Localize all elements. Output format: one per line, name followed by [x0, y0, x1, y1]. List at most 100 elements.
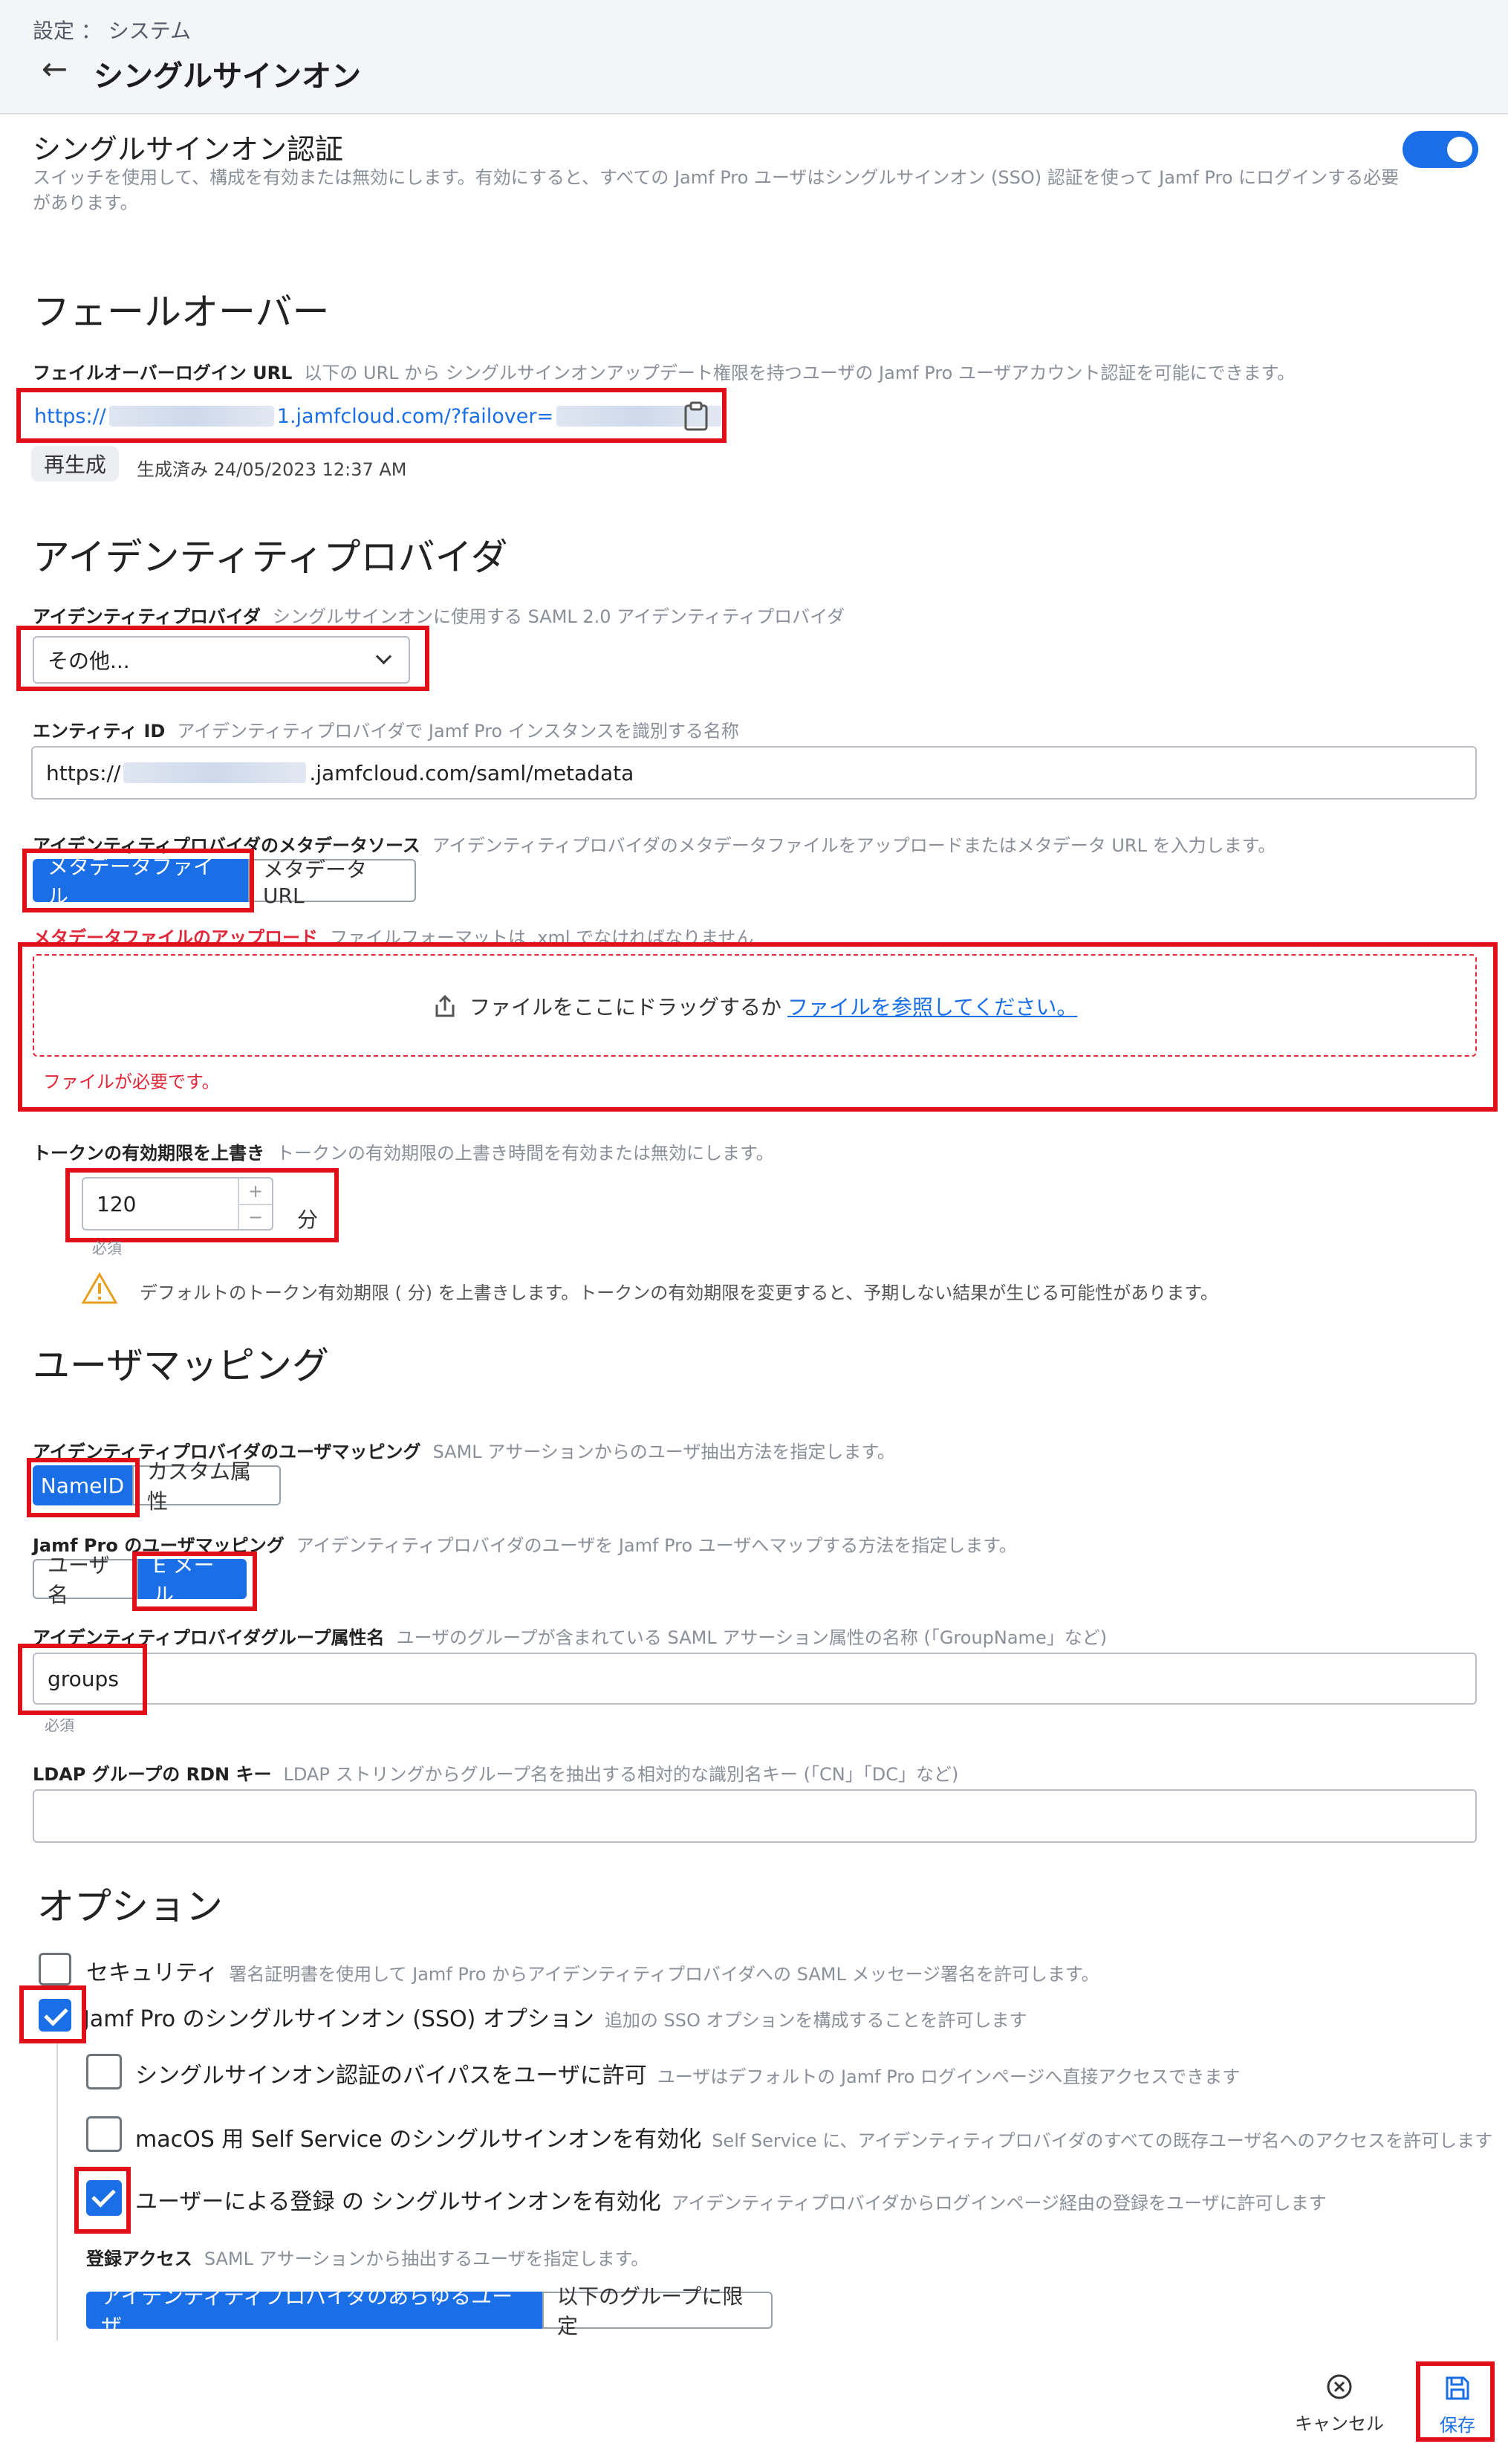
metadata-upload-label-text: メタデータファイルのアップロード — [33, 927, 318, 948]
token-warning-text: デフォルトのトークン有効期限 ( 分) を上書きします。トークンの有効期限を変更… — [140, 1283, 1218, 1303]
failover-url-label-text: フェイルオーバーログイン URL — [33, 363, 293, 383]
upload-icon — [435, 994, 455, 1017]
macos-self-service-checkbox[interactable] — [86, 2116, 122, 2152]
user-enrollment-label: ユーザーによる登録 の シングルサインオンを有効化 — [135, 2189, 661, 2215]
macos-self-service-label: macOS 用 Self Service のシングルサインオンを有効化 — [135, 2127, 702, 2153]
entity-id-label: エンティティ ID アイデンティティプロバイダで Jamf Pro インスタンスを… — [33, 716, 739, 742]
group-required-text: 必須 — [45, 1716, 74, 1734]
entity-id-help: アイデンティティプロバイダで Jamf Pro インスタンスを識別する名称 — [177, 721, 739, 742]
failover-url-label: フェイルオーバーログイン URL 以下の URL から シングルサインオンアップデ… — [33, 358, 1295, 384]
save-button[interactable]: 保存 — [1420, 2366, 1495, 2443]
entity-id-input[interactable]: https:// .jamfcloud.com/saml/metadata — [31, 746, 1477, 800]
username-option[interactable]: ユーザ名 — [33, 1553, 138, 1607]
token-unit: 分 — [297, 1207, 319, 1232]
rdn-key-label: LDAP グループの RDN キー LDAP ストリングからグループ名を抽出する相… — [33, 1760, 958, 1786]
sso-suboptions-indent-line — [56, 2043, 58, 2341]
custom-attribute-option[interactable]: カスタム属性 — [132, 1459, 281, 1514]
redacted-text — [123, 762, 307, 783]
file-required-error: ファイルが必要です。 — [43, 1071, 220, 1092]
idp-mapping-toggle[interactable]: NameID カスタム属性 — [33, 1459, 281, 1514]
browse-file-link[interactable]: ファイルを参照してください。 — [787, 991, 1077, 1021]
failover-url-field[interactable]: https:// 1.jamfcloud.com/?failover= — [21, 397, 725, 435]
sso-options-help: 追加の SSO オプションを構成することを許可します — [604, 2010, 1027, 2031]
stepper-controls: + − — [238, 1178, 272, 1229]
metadata-upload-help: ファイルフォーマットは .xml でなければなりません — [330, 927, 754, 948]
entity-id-prefix: https:// — [46, 760, 121, 785]
user-enrollment-checkbox[interactable] — [86, 2180, 122, 2216]
email-option[interactable]: E メール — [138, 1553, 247, 1607]
sso-options-label: Jamf Pro のシングルサインオン (SSO) オプション — [83, 2006, 594, 2032]
security-label: セキュリティ — [86, 1960, 219, 1986]
user-enrollment-help: アイデンティティプロバイダからログインページ経由の登録をユーザに許可します — [671, 2193, 1327, 2214]
enrollment-access-help: SAML アサーションから抽出するユーザを指定します。 — [204, 2249, 649, 2269]
token-expiry-stepper[interactable]: 120 + − — [82, 1177, 273, 1231]
back-arrow-icon[interactable]: ← — [42, 54, 68, 85]
token-override-help: トークンの有効期限の上書き時間を有効または無効にします。 — [276, 1143, 774, 1164]
sso-description: スイッチを使用して、構成を有効または無効にします。有効にすると、すべての Jam… — [33, 167, 1400, 213]
token-required-text: 必須 — [92, 1239, 122, 1257]
token-expiry-value: 120 — [97, 1191, 137, 1216]
chevron-down-icon — [375, 648, 392, 665]
metadata-source-help: アイデンティティプロバイダのメタデータファイルをアップロードまたはメタデータ U… — [432, 835, 1276, 856]
rdn-key-input[interactable] — [33, 1789, 1477, 1843]
enrollment-access-toggle[interactable]: アイデンティティプロバイダのあらゆるユーザ 以下のグループに限定 — [86, 2284, 773, 2338]
enrollment-access-label: 登録アクセス SAML アサーションから抽出するユーザを指定します。 — [86, 2244, 649, 2270]
metadata-url-option[interactable]: メタデータ URL — [248, 857, 416, 908]
rdn-key-label-text: LDAP グループの RDN キー — [33, 1764, 272, 1785]
rdn-key-help: LDAP ストリングからグループ名を抽出する相対的な識別名キー (「CN」「DC… — [283, 1764, 959, 1785]
idp-provider-value: その他... — [48, 649, 130, 673]
any-idp-user-option[interactable]: アイデンティティプロバイダのあらゆるユーザ — [86, 2284, 542, 2338]
decrement-button[interactable]: − — [239, 1205, 272, 1229]
idp-provider-help: シングルサインオンに使用する SAML 2.0 アイデンティティプロバイダ — [272, 606, 845, 627]
group-attribute-label: アイデンティティプロバイダグループ属性名 ユーザのグループが含まれている SAML… — [33, 1623, 1107, 1649]
macos-self-service-help: Self Service に、アイデンティティプロバイダのすべての既存ユーザ名へ… — [712, 2130, 1493, 2151]
nameid-option[interactable]: NameID — [33, 1465, 132, 1505]
sso-toggle[interactable] — [1403, 131, 1478, 168]
bypass-help: ユーザはデフォルトの Jamf Pro ログインページへ直接アクセスできます — [657, 2066, 1241, 2087]
cancel-button[interactable]: キャンセル — [1291, 2373, 1388, 2440]
dropzone-content: ファイルをここにドラッグするか ファイルを参照してください。 — [434, 991, 1077, 1021]
page-header: 設定 ： システム ← シングルサインオン — [0, 0, 1508, 114]
increment-button[interactable]: + — [239, 1178, 272, 1205]
token-override-label: トークンの有効期限を上書き トークンの有効期限の上書き時間を有効または無効にします… — [33, 1138, 774, 1164]
group-attribute-help: ユーザのグループが含まれている SAML アサーション属性の名称 (「Group… — [396, 1627, 1108, 1648]
idp-provider-label-text: アイデンティティプロバイダ — [33, 606, 261, 627]
macos-self-service-option: macOS 用 Self Service のシングルサインオンを有効化 Self … — [135, 2121, 1492, 2153]
security-checkbox[interactable] — [39, 1953, 71, 1985]
failover-section-title: フェールオーバー — [33, 291, 330, 334]
metadata-source-toggle[interactable]: メタデータファイル メタデータ URL — [33, 855, 416, 909]
toggle-knob — [1447, 137, 1472, 162]
regenerate-button[interactable]: 再生成 — [31, 446, 119, 482]
entity-id-suffix: .jamfcloud.com/saml/metadata — [309, 760, 634, 785]
idp-provider-select[interactable]: その他... — [33, 636, 410, 684]
idp-section-title: アイデンティティプロバイダ — [33, 536, 508, 579]
sso-options-checkbox[interactable] — [39, 1999, 71, 2032]
entity-id-label-text: エンティティ ID — [33, 721, 166, 742]
clipboard-icon[interactable] — [683, 401, 709, 431]
failover-url-prefix: https:// — [34, 404, 106, 428]
page-title: シングルサインオン — [94, 59, 361, 94]
group-attribute-input[interactable]: groups — [33, 1653, 1477, 1705]
metadata-upload-label: メタデータファイルのアップロード ファイルフォーマットは .xml でなければなり… — [33, 923, 753, 949]
bypass-checkbox[interactable] — [86, 2054, 122, 2089]
sso-options-option: Jamf Pro のシングルサインオン (SSO) オプション 追加の SSO オ… — [83, 2000, 1027, 2033]
limit-to-groups-option[interactable]: 以下のグループに限定 — [542, 2284, 773, 2338]
save-label: 保存 — [1440, 2415, 1475, 2436]
sso-title: シングルサインオン認証 — [33, 133, 344, 166]
options-section-title: オプション — [37, 1885, 223, 1928]
enrollment-access-label-text: 登録アクセス — [86, 2249, 192, 2269]
metadata-file-option[interactable]: メタデータファイル — [33, 855, 248, 909]
group-attribute-value: groups — [48, 1666, 119, 1691]
user-enrollment-option: ユーザーによる登録 の シングルサインオンを有効化 アイデンティティプロバイダから… — [135, 2183, 1327, 2216]
dropzone-text: ファイルをここにドラッグするか — [469, 995, 782, 1019]
security-help: 署名証明書を使用して Jamf Pro からアイデンティティプロバイダへの SA… — [229, 1964, 1099, 1985]
idp-provider-label: アイデンティティプロバイダ シングルサインオンに使用する SAML 2.0 アイデ… — [33, 602, 845, 628]
cancel-label: キャンセル — [1295, 2413, 1384, 2434]
bypass-label: シングルサインオン認証のバイパスをユーザに許可 — [135, 2063, 647, 2089]
breadcrumb[interactable]: 設定 ： システム — [33, 15, 191, 45]
group-attribute-label-text: アイデンティティプロバイダグループ属性名 — [33, 1627, 385, 1648]
jamf-mapping-toggle[interactable]: ユーザ名 E メール — [33, 1553, 247, 1607]
save-icon — [1446, 2376, 1469, 2400]
failover-url-help: 以下の URL から シングルサインオンアップデート権限を持つユーザの Jamf… — [304, 363, 1296, 383]
token-override-label-text: トークンの有効期限を上書き — [33, 1143, 264, 1164]
